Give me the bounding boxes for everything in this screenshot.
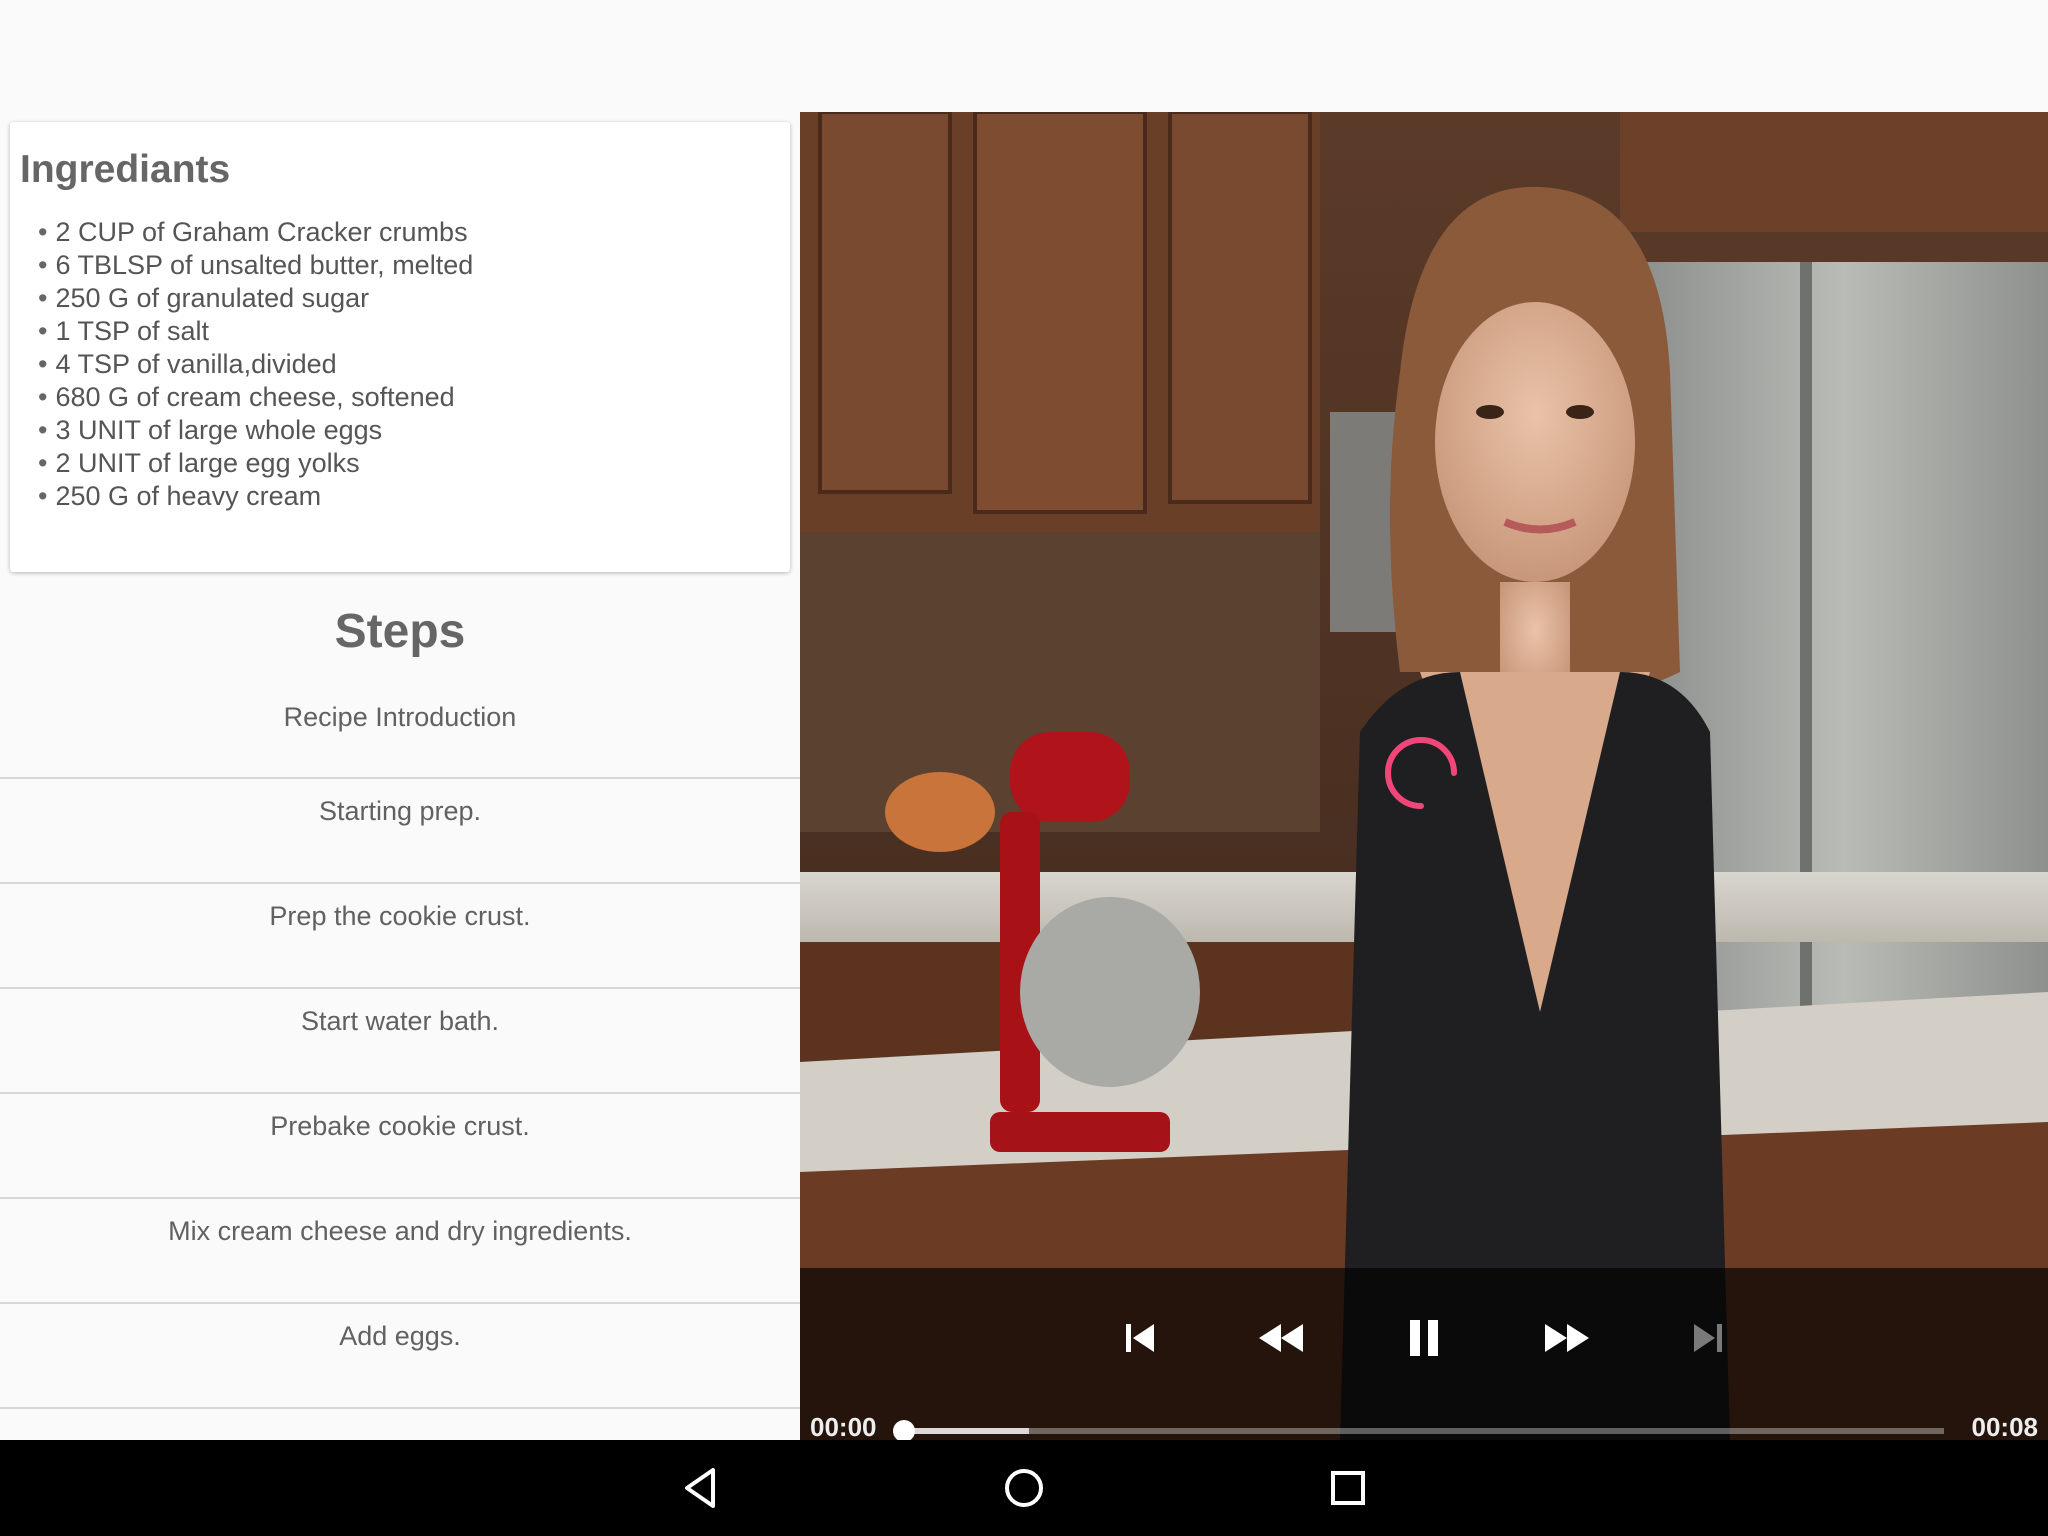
previous-icon[interactable] (1110, 1308, 1170, 1368)
step-item[interactable]: Recipe Introduction (0, 682, 800, 779)
ingredients-list: • 2 CUP of Graham Cracker crumbs • 6 TBLSP… (38, 216, 473, 513)
pause-icon[interactable] (1394, 1308, 1454, 1368)
home-icon[interactable] (994, 1458, 1054, 1518)
ingredients-title: Ingrediants (20, 148, 231, 191)
step-item[interactable]: Prebake cookie crust. (0, 1094, 800, 1199)
android-navigation-bar (0, 1440, 2048, 1536)
recipe-detail-pane: Ingrediants • 2 CUP of Graham Cracker cru… (0, 112, 800, 1440)
duration: 00:08 (1971, 1412, 2039, 1440)
ingredient-item: • 2 UNIT of large egg yolks (38, 448, 360, 478)
steps-list[interactable]: Recipe Introduction Starting prep. Prep … (0, 696, 800, 1409)
fast-forward-icon[interactable] (1537, 1308, 1597, 1368)
loading-spinner-icon (1385, 737, 1457, 809)
back-icon[interactable] (671, 1458, 731, 1518)
step-item[interactable]: Prep the cookie crust. (0, 884, 800, 989)
ingredient-item: • 3 UNIT of large whole eggs (38, 415, 383, 445)
step-item[interactable]: Starting prep. (0, 779, 800, 884)
ingredient-item: • 680 G of cream cheese, softened (38, 382, 455, 412)
ingredient-item: • 4 TSP of vanilla,divided (38, 349, 337, 379)
step-item[interactable]: Add eggs. (0, 1304, 800, 1409)
player-controls: 00:00 00:08 (800, 1268, 2048, 1440)
ingredient-item: • 6 TBLSP of unsalted butter, melted (38, 250, 474, 280)
ingredient-item: • 1 TSP of salt (38, 316, 210, 346)
ingredient-item: • 250 G of heavy cream (38, 481, 322, 511)
current-time: 00:00 (810, 1412, 877, 1440)
ingredient-item: • 250 G of granulated sugar (38, 283, 370, 313)
seek-bar[interactable] (893, 1420, 1944, 1440)
video-player[interactable]: 00:00 00:08 (800, 112, 2048, 1440)
step-item[interactable]: Start water bath. (0, 989, 800, 1094)
step-item[interactable]: Mix cream cheese and dry ingredients. (0, 1199, 800, 1304)
ingredients-card: Ingrediants • 2 CUP of Graham Cracker cru… (10, 122, 790, 572)
ingredient-item: • 2 CUP of Graham Cracker crumbs (38, 217, 468, 247)
recents-icon[interactable] (1318, 1458, 1378, 1518)
seek-buffered (904, 1428, 1029, 1434)
next-icon (1678, 1308, 1738, 1368)
seek-thumb[interactable] (893, 1420, 915, 1440)
rewind-icon[interactable] (1251, 1308, 1311, 1368)
status-bar-area (0, 0, 2048, 112)
steps-title: Steps (334, 605, 466, 658)
